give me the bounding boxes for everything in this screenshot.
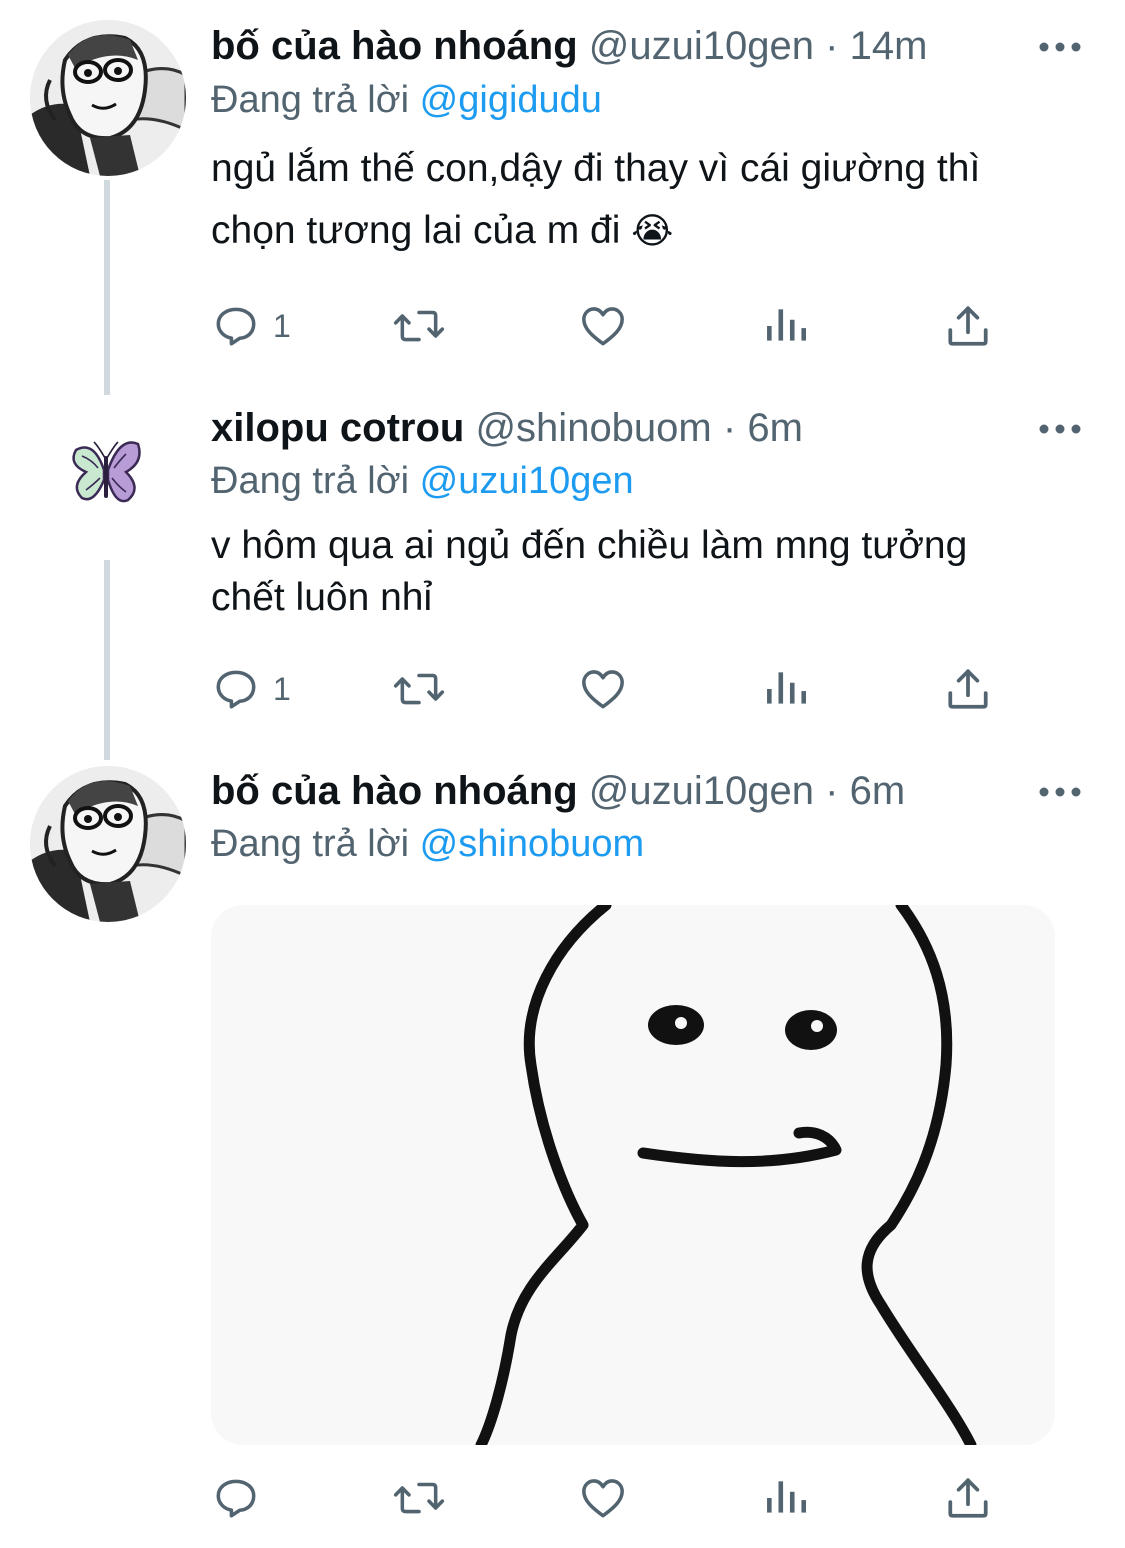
- retweet-button[interactable]: [391, 296, 447, 356]
- views-icon: [767, 1481, 806, 1513]
- tweet-header: xilopu cotrou @shinobuom · 6m: [211, 400, 1065, 456]
- tweet-text: v hôm qua ai ngủ đến chiều làm mng tưởng…: [211, 520, 1091, 624]
- reply-icon: [216, 307, 256, 346]
- share-button[interactable]: [943, 296, 993, 356]
- tweet-header: bố của hào nhoáng @uzui10gen · 6m: [211, 763, 1065, 819]
- like-icon: [582, 307, 624, 346]
- retweet-icon: [393, 310, 445, 342]
- reply-count: 1: [273, 671, 291, 707]
- tweet-text: ngủ lắm thế con,dậy đi thay vì cái giườn…: [211, 138, 1091, 263]
- timestamp[interactable]: 14m: [850, 24, 928, 68]
- tweet-text-line: v hôm qua ai ngủ đến chiều làm mng tưởng: [211, 524, 968, 567]
- more-icon[interactable]: [1035, 414, 1085, 444]
- tweet-media[interactable]: [211, 905, 1055, 1445]
- like-button[interactable]: [577, 1468, 629, 1528]
- action-bar: [211, 1468, 1011, 1528]
- tweet-1[interactable]: bố của hào nhoáng @uzui10gen · 14m Đang …: [0, 0, 1125, 400]
- action-bar: 1: [211, 659, 1011, 719]
- tweet-2[interactable]: xilopu cotrou @shinobuom · 6m Đang trả l…: [0, 400, 1125, 760]
- share-icon: [948, 1478, 988, 1518]
- retweet-button[interactable]: [391, 1468, 447, 1528]
- more-icon[interactable]: [1035, 777, 1085, 807]
- reply-mention[interactable]: @uzui10gen: [420, 460, 634, 502]
- tweet-text-line: chọn tương lai của m đi 😭: [211, 200, 1091, 263]
- reply-context: Đang trả lời @shinobuom: [211, 818, 644, 870]
- separator: ·: [825, 24, 839, 68]
- manga-character-avatar-icon: [30, 20, 186, 176]
- butterfly-avatar-icon[interactable]: [64, 430, 148, 514]
- retweet-icon: [393, 1482, 445, 1514]
- reply-prefix: Đang trả lời: [211, 823, 410, 865]
- more-icon[interactable]: [1035, 32, 1085, 62]
- tweet-header: bố của hào nhoáng @uzui10gen · 14m: [211, 18, 1065, 74]
- timestamp[interactable]: 6m: [850, 769, 906, 813]
- views-button[interactable]: [763, 1468, 809, 1528]
- like-button[interactable]: [577, 296, 629, 356]
- meme-blob-face-image-icon: [211, 905, 1055, 1445]
- reply-button[interactable]: 1: [211, 296, 291, 356]
- retweet-button[interactable]: [391, 659, 447, 719]
- thread-line: [104, 560, 110, 760]
- display-name[interactable]: xilopu cotrou: [211, 406, 464, 450]
- reply-prefix: Đang trả lời: [211, 460, 410, 502]
- views-icon: [767, 309, 806, 341]
- reply-count: 1: [273, 308, 291, 344]
- username[interactable]: @uzui10gen: [589, 769, 814, 813]
- avatar[interactable]: [30, 20, 186, 176]
- tweet-text-line: chết luôn nhỉ: [211, 576, 433, 619]
- separator: ·: [722, 406, 737, 450]
- tweet-text-fragment: chọn tương lai của m đi: [211, 209, 621, 252]
- reply-mention[interactable]: @gigidudu: [420, 79, 602, 121]
- manga-character-avatar-icon: [30, 766, 186, 922]
- username[interactable]: @uzui10gen: [589, 24, 814, 68]
- reply-context: Đang trả lời @uzui10gen: [211, 455, 634, 507]
- views-button[interactable]: [763, 296, 809, 356]
- timestamp[interactable]: 6m: [747, 406, 803, 450]
- reply-button[interactable]: [211, 1468, 261, 1528]
- like-icon: [582, 670, 624, 709]
- avatar[interactable]: [30, 766, 186, 922]
- action-bar: 1: [211, 296, 1011, 356]
- views-button[interactable]: [763, 659, 809, 719]
- reply-mention[interactable]: @shinobuom: [420, 823, 644, 865]
- reply-context: Đang trả lời @gigidudu: [211, 74, 602, 126]
- separator: ·: [825, 769, 839, 813]
- reply-icon: [216, 670, 256, 709]
- crying-face-emoji: 😭: [631, 211, 674, 252]
- display-name[interactable]: bố của hào nhoáng: [211, 24, 578, 68]
- reply-button[interactable]: 1: [211, 659, 291, 719]
- share-button[interactable]: [943, 1468, 993, 1528]
- retweet-icon: [393, 673, 445, 705]
- share-icon: [948, 306, 988, 346]
- tweet-text-line: ngủ lắm thế con,dậy đi thay vì cái giườn…: [211, 147, 981, 190]
- thread-line: [104, 180, 110, 395]
- like-icon: [582, 1479, 624, 1518]
- share-icon: [948, 669, 988, 709]
- display-name[interactable]: bố của hào nhoáng: [211, 769, 578, 813]
- views-icon: [767, 672, 806, 704]
- share-button[interactable]: [943, 659, 993, 719]
- like-button[interactable]: [577, 659, 629, 719]
- reply-icon: [216, 1479, 256, 1518]
- reply-prefix: Đang trả lời: [211, 79, 410, 121]
- username[interactable]: @shinobuom: [475, 406, 711, 450]
